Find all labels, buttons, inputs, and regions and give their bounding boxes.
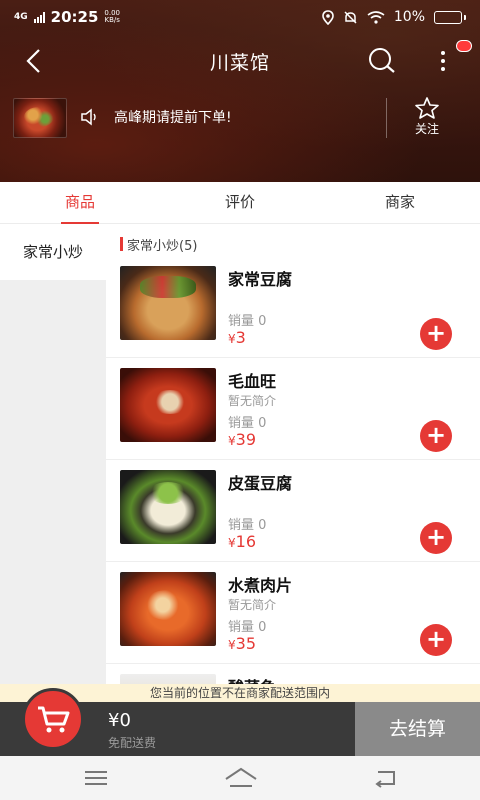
tab-bar: 商品 评价 商家 — [0, 182, 480, 224]
dish-price: ¥16 — [228, 532, 256, 551]
dish-name: 酸菜鱼 — [228, 674, 276, 684]
mute-bell-icon — [344, 10, 357, 24]
category-title: 家常小炒(5) — [127, 238, 198, 254]
more-icon[interactable] — [432, 46, 454, 76]
network-speed: 0.00 KB/s — [104, 9, 120, 24]
checkout-button[interactable]: 去结算 — [355, 702, 480, 756]
list-item[interactable]: 家常豆腐 销量 0 ¥3 + — [106, 256, 480, 358]
tab-merchant[interactable]: 商家 — [320, 182, 480, 223]
dish-description: 暂无简介 — [228, 598, 277, 612]
category-sidebar: 家常小炒 — [0, 224, 106, 704]
menu-icon[interactable] — [82, 766, 110, 790]
menu-list: 家常小炒(5) 家常豆腐 销量 0 ¥3 + 毛血旺 暂无简介 销量 0 ¥39… — [106, 224, 480, 684]
dish-sales: 销量 0 — [228, 416, 267, 431]
divider — [386, 98, 387, 138]
return-icon[interactable] — [372, 766, 400, 790]
notification-dot — [456, 40, 472, 52]
speaker-icon — [81, 108, 96, 126]
dish-sales: 销量 0 — [228, 314, 267, 329]
dish-price: ¥35 — [228, 634, 256, 653]
dish-price: ¥39 — [228, 430, 256, 449]
nav-bar: 川菜馆 — [0, 36, 480, 84]
sidebar-item-home-stirfry[interactable]: 家常小炒 — [0, 224, 106, 280]
dish-name: 毛血旺 — [228, 372, 277, 391]
location-icon — [322, 9, 334, 25]
cart-total: ¥0 — [108, 710, 131, 731]
follow-button[interactable]: 关注 — [404, 96, 450, 140]
dish-image[interactable] — [120, 470, 216, 544]
follow-label: 关注 — [414, 122, 439, 136]
wifi-icon — [367, 10, 385, 24]
search-icon[interactable] — [366, 46, 398, 76]
dish-name: 皮蛋豆腐 — [228, 474, 293, 493]
add-to-cart-button[interactable]: + — [420, 522, 452, 554]
signal-icon — [33, 11, 45, 23]
dish-price: ¥3 — [228, 328, 246, 347]
shop-header: 4G 20:25 0.00 KB/s 10% 川菜馆 高峰期请提前下单! 关注 — [0, 0, 480, 182]
list-item[interactable]: 酸菜鱼 — [106, 664, 480, 684]
shop-info-bar: 高峰期请提前下单! 关注 — [0, 96, 480, 142]
star-icon — [415, 97, 439, 119]
category-marker — [120, 237, 123, 251]
dish-sales: 销量 0 — [228, 518, 267, 533]
dish-image[interactable] — [120, 572, 216, 646]
dish-description: 暂无简介 — [228, 394, 277, 408]
dish-image[interactable] — [120, 674, 216, 684]
home-icon[interactable] — [224, 766, 258, 790]
battery-percent: 10% — [393, 9, 425, 25]
delivery-fee-label: 免配送费 — [108, 736, 157, 750]
network-label: 4G — [14, 11, 28, 22]
shop-notice: 高峰期请提前下单! — [114, 110, 232, 126]
dish-name: 家常豆腐 — [228, 270, 293, 289]
dish-name: 水煮肉片 — [228, 576, 293, 595]
category-header: 家常小炒(5) — [106, 224, 480, 256]
add-to-cart-button[interactable]: + — [420, 624, 452, 656]
page-title: 川菜馆 — [209, 52, 270, 74]
status-time: 20:25 — [50, 8, 99, 26]
list-item[interactable]: 皮蛋豆腐 销量 0 ¥16 + — [106, 460, 480, 562]
cart-icon — [38, 706, 70, 733]
cart-bar: ¥0 免配送费 去结算 — [0, 688, 480, 756]
battery-icon — [434, 10, 466, 24]
tab-goods[interactable]: 商品 — [0, 182, 160, 224]
dish-image[interactable] — [120, 368, 216, 442]
tab-reviews[interactable]: 评价 — [160, 182, 320, 223]
add-to-cart-button[interactable]: + — [420, 420, 452, 452]
dish-sales: 销量 0 — [228, 620, 267, 635]
system-nav-bar — [0, 756, 480, 800]
list-item[interactable]: 水煮肉片 暂无简介 销量 0 ¥35 + — [106, 562, 480, 664]
add-to-cart-button[interactable]: + — [420, 318, 452, 350]
dish-image[interactable] — [120, 266, 216, 340]
cart-button[interactable] — [22, 688, 84, 750]
shop-logo[interactable] — [13, 98, 67, 138]
list-item[interactable]: 毛血旺 暂无简介 销量 0 ¥39 + — [106, 358, 480, 460]
status-bar: 4G 20:25 0.00 KB/s 10% — [0, 0, 480, 34]
